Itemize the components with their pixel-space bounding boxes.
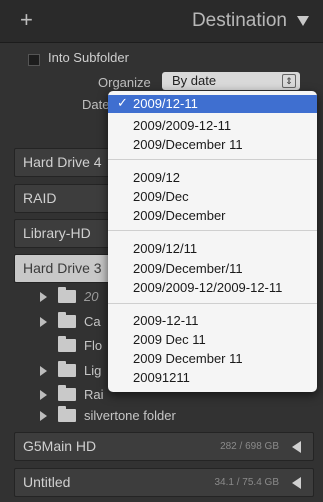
add-icon[interactable]: + <box>20 9 33 31</box>
select-stepper-icon: ⇕ <box>282 74 296 88</box>
date-format-menu[interactable]: ✓ 2009/12-11 2009/2009-12-11 2009/Decemb… <box>108 91 317 392</box>
folder-icon <box>58 361 76 377</box>
volume-untitled[interactable]: Untitled 34.1 / 75.4 GB <box>14 468 314 497</box>
panel-title: Destination <box>191 10 287 31</box>
volume-name: Untitled <box>23 474 71 490</box>
into-subfolder-label: Into Subfolder <box>48 50 129 65</box>
disclosure-triangle-icon[interactable] <box>40 292 47 302</box>
menu-item-date-format[interactable]: 2009 Dec 11 <box>133 332 206 347</box>
destination-panel: + Destination Into Subfolder Organize By… <box>0 0 323 502</box>
menu-item-date-format[interactable]: 2009/December 11 <box>133 137 243 152</box>
destination-header[interactable]: + Destination <box>0 0 323 43</box>
menu-separator <box>108 230 317 231</box>
menu-item-date-format[interactable]: 2009-12-11 <box>133 313 199 328</box>
disclosure-triangle-icon[interactable] <box>40 366 47 376</box>
disclosure-triangle-icon[interactable] <box>40 390 47 400</box>
folder-name: Lig <box>84 363 102 378</box>
folder-icon <box>58 312 76 328</box>
folder-icon <box>58 406 76 422</box>
disclosure-triangle-icon[interactable] <box>40 411 47 421</box>
into-subfolder-checkbox[interactable] <box>28 54 40 66</box>
collapse-triangle-icon[interactable] <box>297 16 309 26</box>
menu-item-date-format[interactable]: 2009/12/11 <box>133 241 197 256</box>
organize-label: Organize <box>98 75 151 90</box>
volume-name: RAID <box>23 190 57 206</box>
folder-name: silvertone folder <box>84 408 176 423</box>
volume-usage: 282 / 698 GB <box>220 441 279 452</box>
menu-item-date-format[interactable]: 2009/12-11 <box>133 96 198 111</box>
volume-name: Hard Drive 4 <box>23 154 102 170</box>
folder-plus-icon <box>58 287 76 303</box>
folder-name: 20 <box>84 289 99 304</box>
folder-name: Ca <box>84 314 101 329</box>
menu-item-date-format[interactable]: 2009/December <box>133 208 226 223</box>
organize-value: By date <box>172 73 217 88</box>
volume-name: Library-HD <box>23 225 91 241</box>
menu-separator <box>108 303 317 304</box>
folder-name: Rai <box>84 387 104 402</box>
collapsed-triangle-icon[interactable] <box>292 477 301 489</box>
menu-item-date-format[interactable]: 2009/Dec <box>133 189 189 204</box>
folder-icon <box>58 336 76 352</box>
folder-icon <box>58 385 76 401</box>
menu-item-date-format[interactable]: 2009/12 <box>133 170 180 185</box>
volume-g5main-hd[interactable]: G5Main HD 282 / 698 GB <box>14 432 314 461</box>
menu-item-date-format[interactable]: 2009 December 11 <box>133 351 243 366</box>
volume-usage: 34.1 / 75.4 GB <box>214 477 280 488</box>
collapsed-triangle-icon[interactable] <box>292 441 301 453</box>
menu-item-date-format[interactable]: 2009/December/11 <box>133 261 243 276</box>
checkmark-icon: ✓ <box>117 95 128 110</box>
volume-name: G5Main HD <box>23 438 97 454</box>
organize-select[interactable]: By date ⇕ <box>162 72 300 90</box>
menu-separator <box>108 159 317 160</box>
folder-name: Flo <box>84 338 103 353</box>
disclosure-triangle-icon[interactable] <box>40 317 47 327</box>
menu-item-date-format[interactable]: 20091211 <box>133 370 190 385</box>
menu-item-date-format[interactable]: 2009/2009-12/2009-12-11 <box>133 280 282 295</box>
menu-item-date-format[interactable]: 2009/2009-12-11 <box>133 118 231 133</box>
volume-name: Hard Drive 3 <box>23 260 102 276</box>
date-format-label: Date <box>82 97 110 112</box>
